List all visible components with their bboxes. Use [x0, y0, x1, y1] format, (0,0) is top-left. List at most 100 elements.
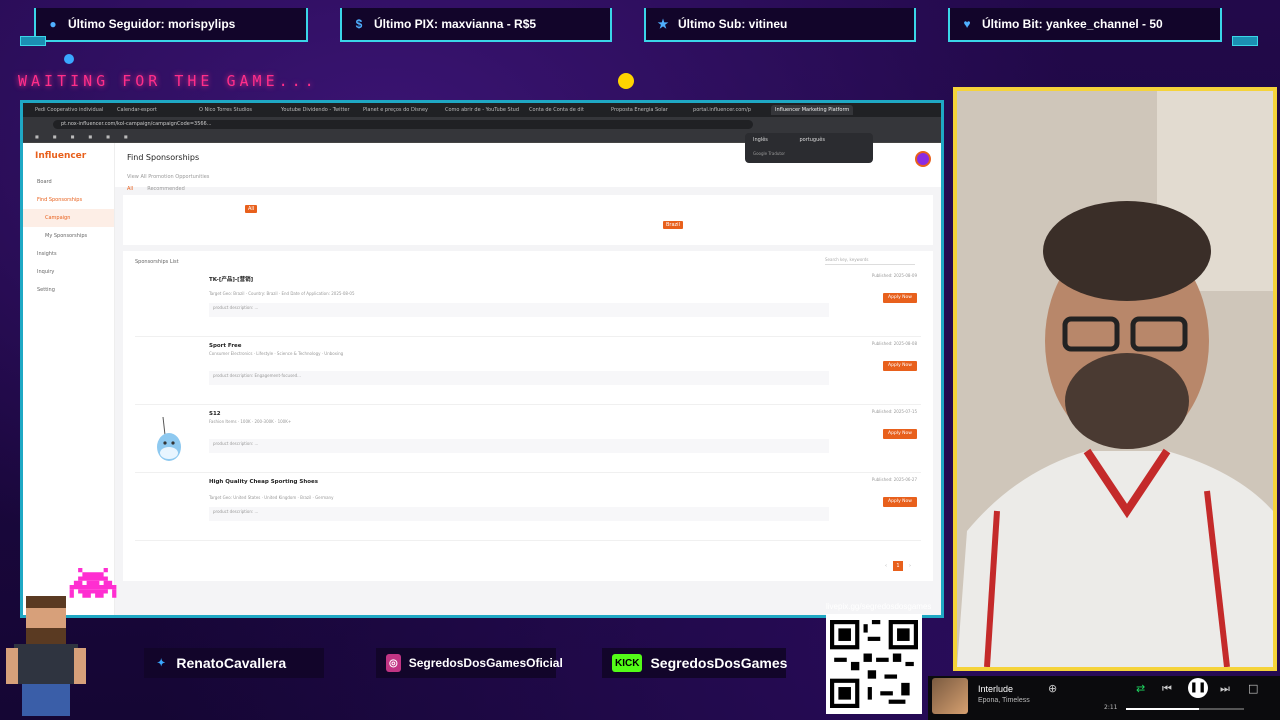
waiting-for-game-text: WAITING FOR THE GAME... — [18, 72, 318, 90]
browser-tab[interactable]: Youtube Dividendo - Twitter — [277, 105, 357, 115]
kick-handle-text: SegredosDosGames — [650, 655, 788, 671]
subtabs: All Recommended — [127, 186, 941, 192]
instagram-handle: ◎ SegredosDosGamesOficial — [376, 648, 563, 678]
card-description: product description: ... — [209, 439, 829, 453]
shuffle-icon[interactable]: ⇄ — [1136, 682, 1145, 695]
card-meta: Consumer Electronics · Lifestyle · Scien… — [209, 351, 344, 356]
browser-tab[interactable]: portal.influencer.com/p — [689, 105, 769, 115]
apply-now-button[interactable]: Apply Now — [883, 497, 917, 507]
card-title[interactable]: High Quality Cheap Sporting Shoes — [209, 479, 318, 485]
browser-tab[interactable]: Planet e preços do Disney — [359, 105, 439, 115]
browser-capture: Pedi Cooperativo individual Calendar-esp… — [20, 100, 944, 618]
sidebar-item-board[interactable]: Board — [23, 173, 114, 191]
apply-now-button[interactable]: Apply Now — [883, 361, 917, 371]
filter-row: All — [135, 201, 921, 217]
avatar[interactable] — [915, 151, 931, 167]
card-title[interactable]: S12 — [209, 411, 221, 417]
sponsorship-card: High Quality Cheap Sporting Shoes Target… — [135, 475, 921, 541]
pixel-streamer-avatar — [6, 596, 86, 716]
qr-code-icon — [830, 620, 918, 708]
bookmark-item[interactable]: ■ — [88, 134, 92, 139]
subtab-recommended[interactable]: Recommended — [147, 186, 185, 192]
translate-lang-portuguese[interactable]: português — [799, 137, 824, 143]
sidebar-item-my-sponsorships[interactable]: My Sponsorships — [23, 227, 114, 245]
previous-track-icon[interactable]: ⏮ — [1162, 682, 1172, 696]
card-description: product description: ... — [209, 303, 829, 317]
main-content: Find Sponsorships View All Promotion Opp… — [115, 143, 941, 615]
browser-tab[interactable]: O Nico Torres Studios — [195, 105, 275, 115]
qr-link-label: livepix.gg/segredosdosgames — [826, 602, 932, 611]
corner-decoration — [20, 36, 46, 46]
card-date: Published: 2025-06-27 — [871, 477, 917, 482]
last-bit-banner: ♥ Último Bit: yankee_channel - 50 — [948, 8, 1222, 42]
twitter-handle-text: RenatoCavallera — [176, 655, 287, 671]
twitter-handle: ✦ RenatoCavallera — [144, 648, 324, 678]
kick-icon: KICK — [612, 654, 643, 672]
card-date: Published: 2025-08-08 — [871, 341, 917, 346]
url-field[interactable]: pt.nox-influencer.com/kol-campaign/campa… — [53, 119, 753, 129]
corner-decoration — [1232, 36, 1258, 46]
sidebar-item-find-sponsorships[interactable]: Find Sponsorships — [23, 191, 114, 209]
decor-pacman-dot — [618, 73, 634, 89]
sidebar-item-campaign[interactable]: Campaign — [23, 209, 114, 227]
track-time: 2:11 — [1104, 704, 1118, 711]
overlay-top-bar: ● Último Seguidor: morispylips $ Último … — [0, 0, 1280, 48]
sidebar-item-insights[interactable]: Insights — [23, 245, 114, 263]
browser-tab[interactable]: Pedi Cooperativo individual — [31, 105, 111, 115]
browser-tab[interactable]: Como abrir de - YouTube Stud — [441, 105, 523, 115]
add-to-library-icon[interactable]: ⊕ — [1048, 682, 1057, 695]
lyrics-icon[interactable]: □ — [1248, 682, 1258, 695]
subtab-all[interactable]: All — [127, 186, 133, 192]
heart-icon: ♥ — [963, 17, 971, 31]
sidebar-item-inquiry[interactable]: Inquiry — [23, 263, 114, 281]
apply-now-button[interactable]: Apply Now — [883, 293, 917, 303]
track-progress-fill — [1126, 708, 1200, 710]
product-image — [157, 416, 181, 461]
pause-icon[interactable]: ❚❚ — [1188, 678, 1208, 698]
address-bar-row: pt.nox-influencer.com/kol-campaign/campa… — [23, 117, 941, 131]
user-icon: ● — [49, 17, 57, 31]
filter-chip-all[interactable]: All — [245, 205, 258, 213]
bookmark-item[interactable]: ■ — [53, 134, 57, 139]
bookmark-item[interactable]: ■ — [71, 134, 75, 139]
apply-now-button[interactable]: Apply Now — [883, 429, 917, 439]
card-description: product description: ... — [209, 507, 829, 521]
last-pix-banner: $ Último PIX: maxvianna - R$5 — [340, 8, 612, 42]
sidebar-item-setting[interactable]: Setting — [23, 281, 114, 299]
search-input[interactable]: Search key, keywords — [825, 257, 915, 265]
browser-tab[interactable]: Calendar-esport — [113, 105, 193, 115]
translate-brand: Google Tradutor — [753, 151, 786, 156]
instagram-icon: ◎ — [386, 654, 401, 672]
card-title[interactable]: TK-[产品]-[营销] — [209, 275, 253, 283]
bookmark-item[interactable]: ■ — [124, 134, 128, 139]
app-logo[interactable]: Influencer — [23, 151, 114, 173]
translate-lang-english[interactable]: Inglês — [753, 137, 768, 143]
card-title[interactable]: Sport Free — [209, 343, 242, 349]
results-title: Sponsorships List — [135, 259, 179, 265]
instagram-handle-text: SegredosDosGamesOficial — [408, 656, 563, 670]
last-sub-text: Último Sub: vitineu — [678, 17, 788, 31]
pagination: ‹ 1 › — [885, 561, 911, 571]
browser-tab[interactable]: Proposta Energia Solar — [607, 105, 687, 115]
sponsorship-results: Sponsorships List Search key, keywords T… — [123, 251, 933, 581]
track-progress-bar[interactable] — [1126, 708, 1244, 710]
card-meta: Fashion Items · 100K · 200-300K · 100K+ — [209, 419, 292, 424]
card-meta: Target Geo: United States · United Kingd… — [209, 495, 334, 500]
filter-chip-brazil[interactable]: Brazil — [663, 221, 683, 229]
dollar-icon: $ — [355, 17, 363, 31]
music-player: Interlude Epona, Timeless ⊕ ⇄ ⏮ ❚❚ ⏭ □ 2… — [928, 676, 1280, 720]
last-follower-banner: ● Último Seguidor: morispylips — [34, 8, 308, 42]
prev-page-icon[interactable]: ‹ — [885, 563, 887, 569]
filter-row: Brazil — [135, 217, 921, 233]
next-page-icon[interactable]: › — [909, 563, 911, 569]
bookmark-item[interactable]: ■ — [106, 134, 110, 139]
browser-tab[interactable]: Conta de Conta de dit — [525, 105, 605, 115]
last-follower-text: Último Seguidor: morispylips — [68, 17, 236, 31]
page-number[interactable]: 1 — [893, 561, 903, 571]
bookmark-item[interactable]: ■ — [35, 134, 39, 139]
browser-tab-active[interactable]: Influencer Marketing Platform — [771, 105, 854, 115]
browser-tabstrip: Pedi Cooperativo individual Calendar-esp… — [23, 103, 941, 117]
next-track-icon[interactable]: ⏭ — [1220, 682, 1230, 696]
qr-code — [826, 614, 922, 714]
twitter-icon: ✦ — [157, 657, 166, 669]
